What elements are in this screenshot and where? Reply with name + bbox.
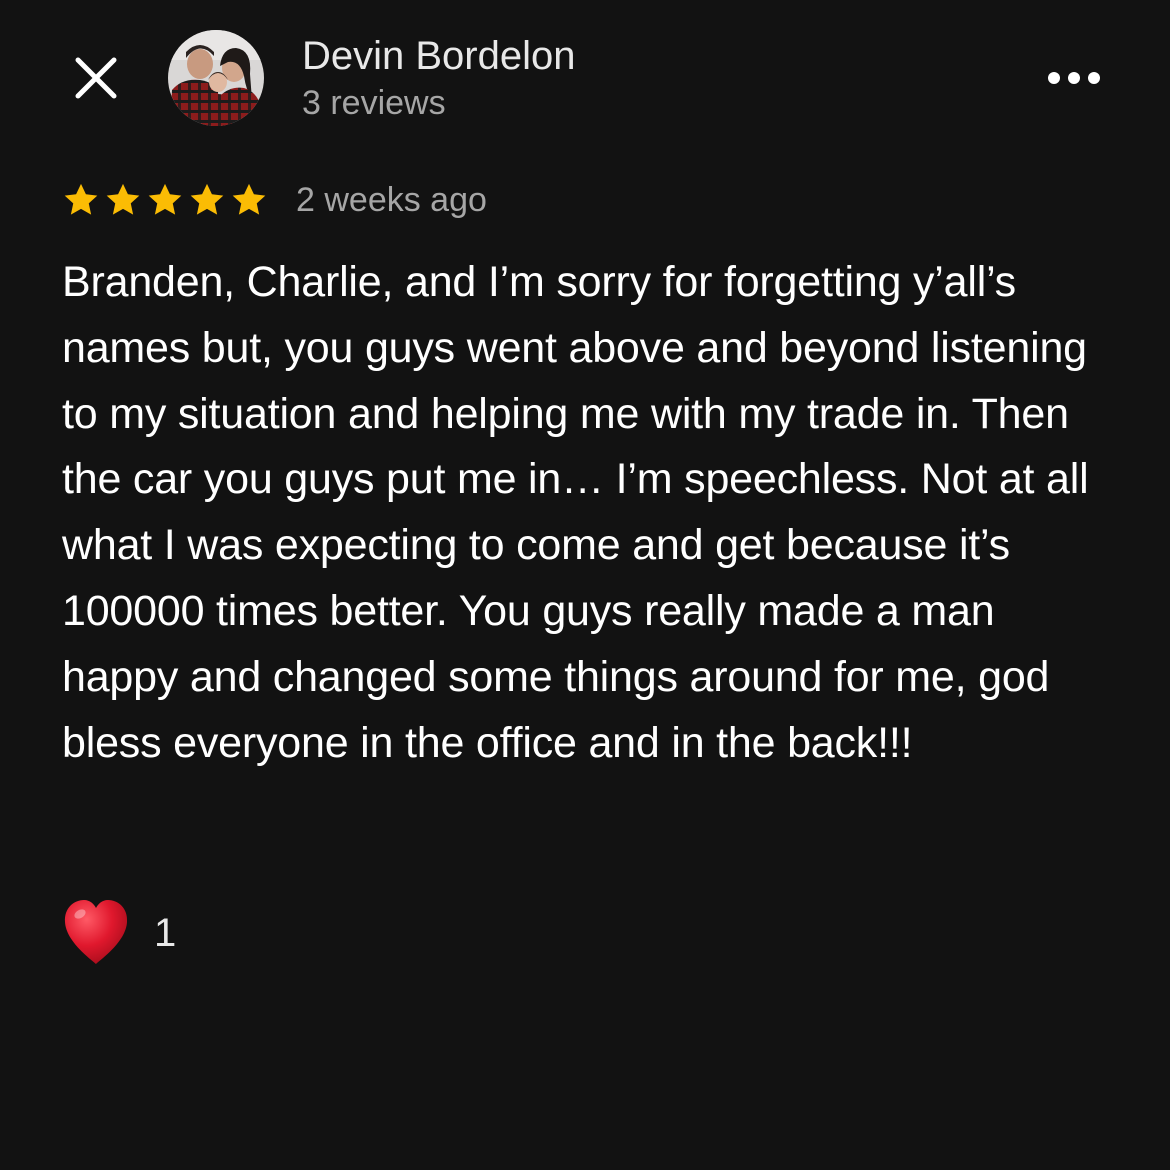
star-rating [62, 181, 268, 219]
rating-row: 2 weeks ago [62, 174, 487, 226]
heart-icon [64, 900, 128, 964]
star-icon [64, 183, 98, 215]
review-count[interactable]: 3 reviews [302, 82, 446, 124]
close-button[interactable] [70, 52, 122, 104]
more-horizontal-icon [1048, 72, 1100, 84]
star-icon [232, 183, 266, 215]
close-icon [75, 57, 117, 99]
like-reaction-button[interactable]: 1 [62, 898, 176, 968]
star-icon [148, 183, 182, 215]
avatar-photo [168, 30, 264, 126]
author-name[interactable]: Devin Bordelon [302, 32, 576, 80]
star-icon [106, 183, 140, 215]
reaction-count: 1 [154, 910, 177, 955]
more-options-button[interactable] [1040, 56, 1108, 100]
review-date: 2 weeks ago [296, 180, 487, 219]
star-icon [190, 183, 224, 215]
avatar[interactable] [168, 30, 264, 126]
review-text: Branden, Charlie, and I’m sorry for forg… [62, 258, 1089, 767]
